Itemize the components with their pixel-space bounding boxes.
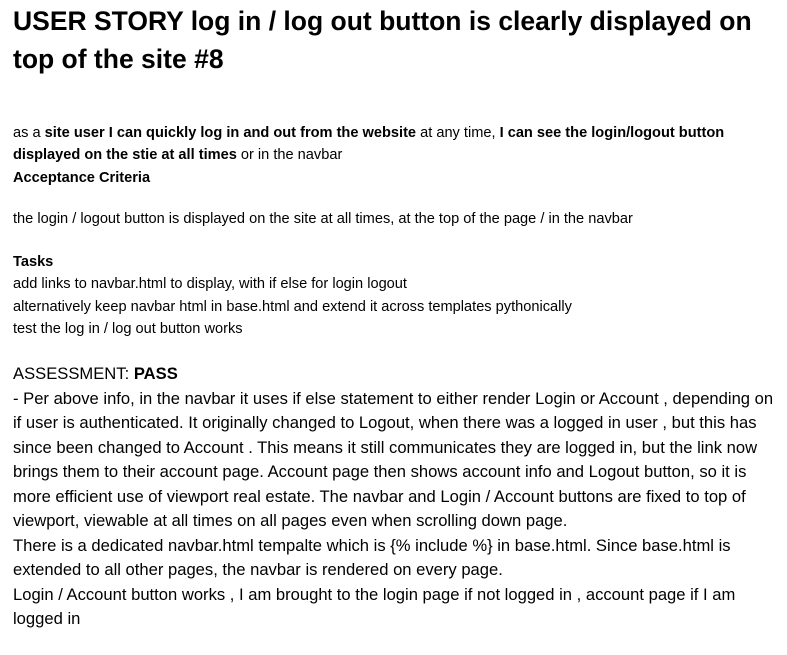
page-title: USER STORY log in / log out button is cl… xyxy=(13,6,752,74)
task-item: test the log in / log out button works xyxy=(13,321,243,337)
assessment-paragraph: - Per above info, in the navbar it uses … xyxy=(13,388,774,531)
story-role-goal: site user I can quickly log in and out f… xyxy=(44,125,417,141)
task-item: add links to navbar.html to display, wit… xyxy=(13,276,407,292)
tasks-heading: Tasks xyxy=(13,254,54,270)
acceptance-criteria-text: the login / logout button is displayed o… xyxy=(13,211,633,227)
task-item: alternatively keep navbar html in base.h… xyxy=(13,298,572,315)
assessment-paragraph: There is a dedicated navbar.html tempalt… xyxy=(13,535,731,580)
story-prefix: as a xyxy=(13,125,45,141)
story-middle: at any time, xyxy=(416,125,500,141)
tasks-list: add links to navbar.html to display, wit… xyxy=(13,273,572,341)
story-suffix: or in the navbar xyxy=(236,147,343,163)
user-story-text: as a site user I can quickly log in and … xyxy=(13,122,783,166)
acceptance-criteria-heading: Acceptance Criteria xyxy=(13,170,151,186)
assessment-section: ASSESSMENT: PASS - Per above info, in th… xyxy=(13,362,778,632)
assessment-result: PASS xyxy=(133,364,178,383)
assessment-label: ASSESSMENT: xyxy=(13,364,134,383)
assessment-paragraph: Login / Account button works , I am brou… xyxy=(13,584,736,629)
assessment-heading: ASSESSMENT: PASS xyxy=(13,362,778,387)
